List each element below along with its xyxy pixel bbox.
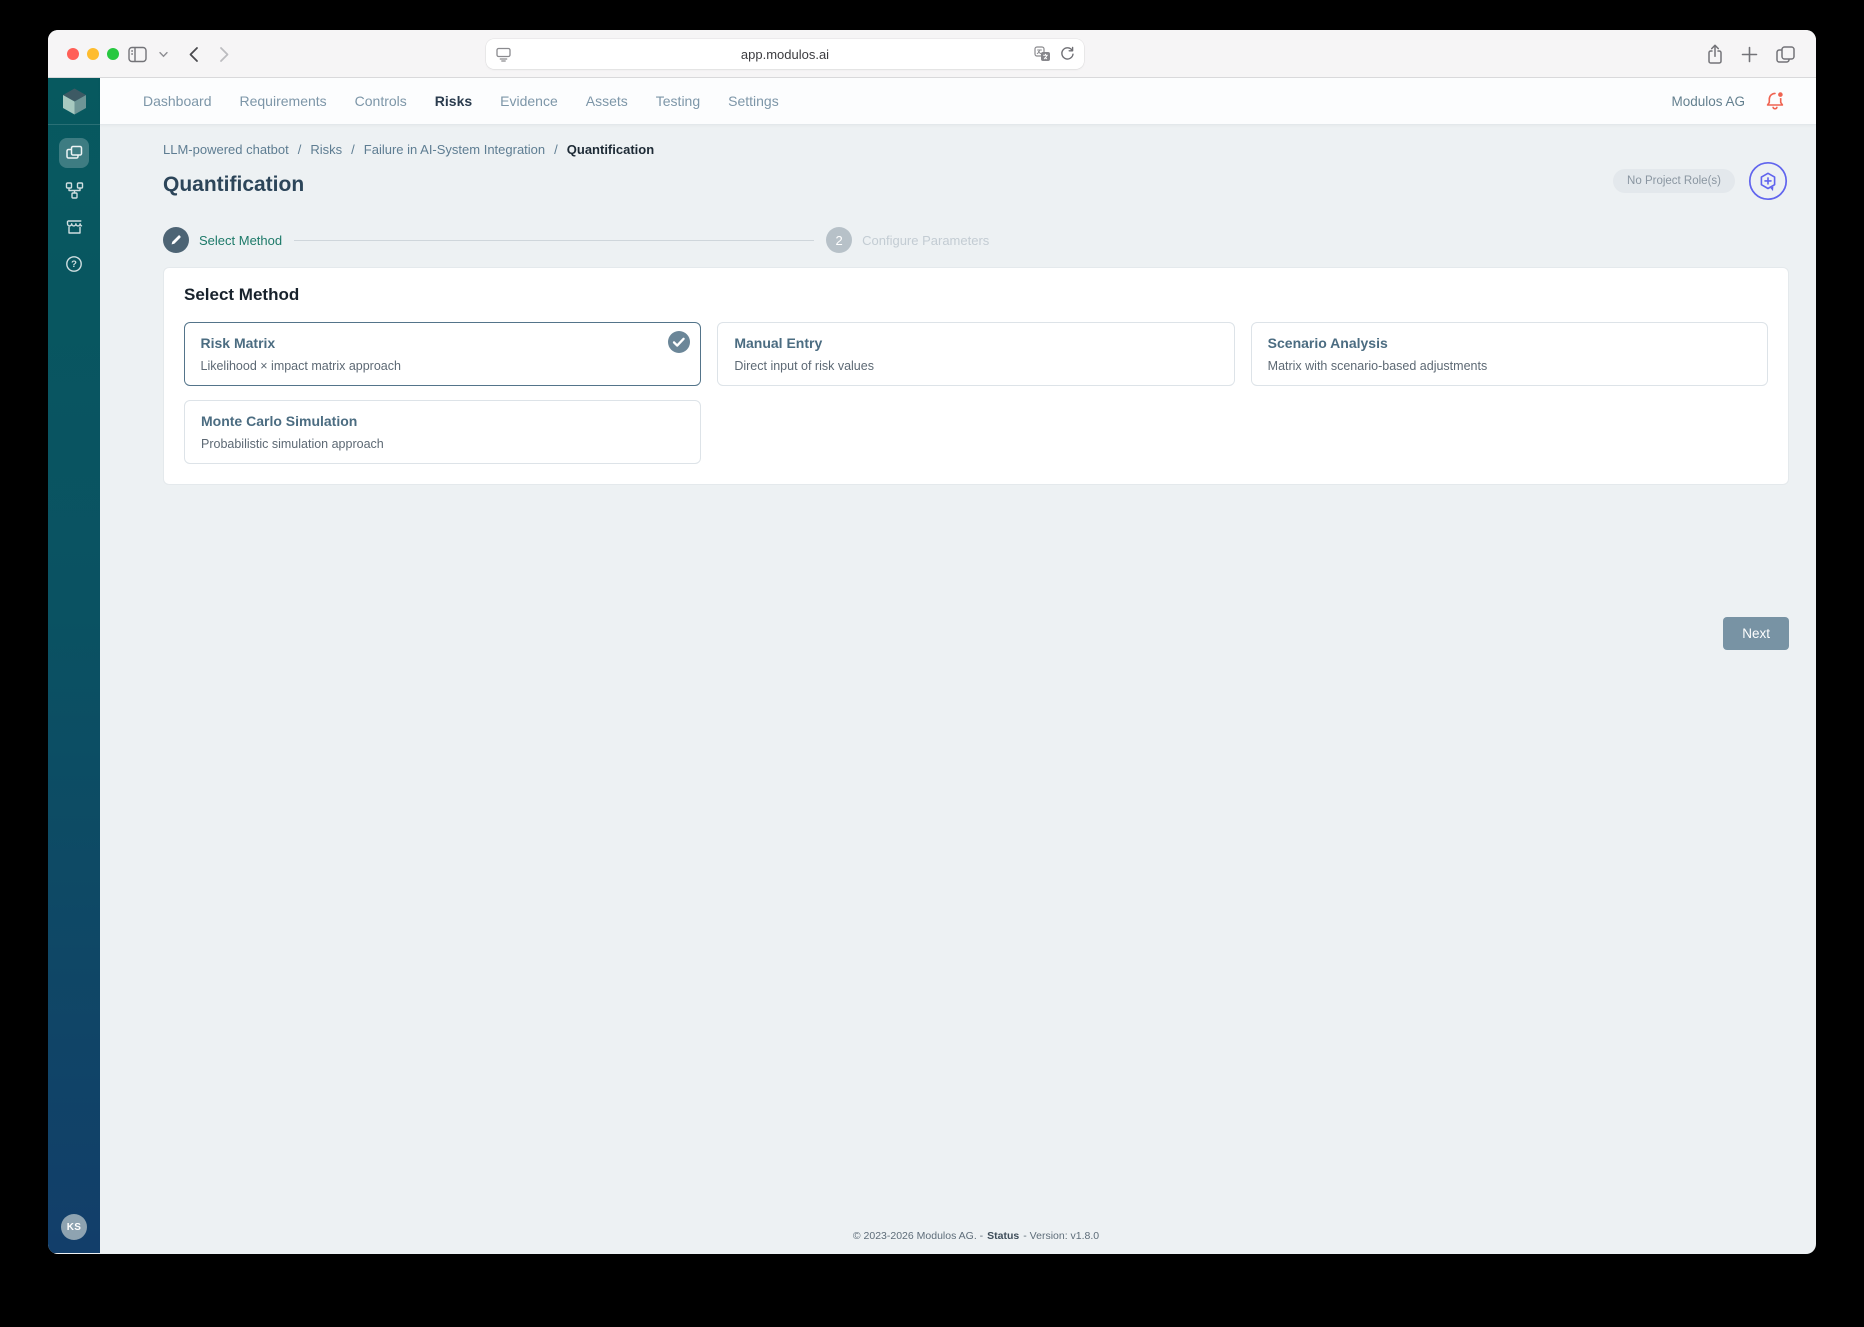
chevron-down-icon[interactable] <box>159 51 168 58</box>
modulos-logo <box>48 78 100 125</box>
nav-item-requirements[interactable]: Requirements <box>240 93 327 109</box>
method-description: Probabilistic simulation approach <box>201 437 384 451</box>
step-2-number: 2 <box>826 227 853 253</box>
breadcrumb-project[interactable]: LLM-powered chatbot <box>163 142 289 157</box>
user-avatar[interactable]: KS <box>61 1214 87 1240</box>
panel-heading: Select Method <box>184 285 300 304</box>
zoom-window-button[interactable] <box>107 48 119 60</box>
browser-window: app.modulos.ai ? KS Dashboard Requiremen… <box>48 30 1816 1254</box>
help-glyph: ? <box>71 258 77 270</box>
sidebar-item-help[interactable]: ? <box>59 249 89 279</box>
method-card-risk-matrix[interactable]: Risk Matrix Likelihood × impact matrix a… <box>184 322 702 386</box>
nav-item-settings[interactable]: Settings <box>728 93 779 109</box>
organization-label[interactable]: Modulos AG <box>1671 94 1745 109</box>
share-icon[interactable] <box>1706 44 1724 65</box>
method-description: Matrix with scenario-based adjustments <box>1267 359 1488 373</box>
method-title: Monte Carlo Simulation <box>201 413 358 429</box>
assistant-icon[interactable] <box>1748 161 1788 201</box>
sidebar-item-marketplace[interactable] <box>59 212 89 242</box>
sidebar-item-organization[interactable] <box>59 175 89 205</box>
breadcrumb-risks[interactable]: Risks <box>310 142 342 157</box>
close-window-button[interactable] <box>67 48 79 60</box>
nav-item-evidence[interactable]: Evidence <box>500 93 558 109</box>
notifications-bell-icon[interactable] <box>1764 90 1786 112</box>
tab-overview-icon[interactable] <box>1775 45 1796 64</box>
projects-folders-icon <box>65 144 84 162</box>
url-text[interactable]: app.modulos.ai <box>486 47 1084 62</box>
forward-button-icon[interactable] <box>219 46 230 63</box>
breadcrumb-risk-item[interactable]: Failure in AI-System Integration <box>364 142 545 157</box>
stepper: Select Method 2 Configure Parameters <box>163 227 1789 253</box>
footer-status-link[interactable]: Status <box>987 1230 1019 1242</box>
next-button[interactable]: Next <box>1723 617 1789 650</box>
step-2-label: Configure Parameters <box>862 232 990 248</box>
back-button-icon[interactable] <box>188 46 199 63</box>
minimize-window-button[interactable] <box>87 48 99 60</box>
method-title: Risk Matrix <box>200 334 276 351</box>
step-configure-parameters: 2 Configure Parameters <box>826 227 989 253</box>
window-controls <box>67 48 119 60</box>
methods-grid: Risk Matrix Likelihood × impact matrix a… <box>184 322 1768 464</box>
method-title: Scenario Analysis <box>1267 335 1388 351</box>
hierarchy-icon <box>65 181 84 200</box>
top-nav: Dashboard Requirements Controls Risks Ev… <box>100 78 1816 125</box>
step-1-edit-icon <box>163 227 189 253</box>
breadcrumb-current: Quantification <box>566 142 655 157</box>
page-settings-icon[interactable] <box>495 46 512 62</box>
breadcrumb-separator: / <box>297 142 302 157</box>
app-sidebar: ? KS <box>48 78 100 1253</box>
nav-items: Dashboard Requirements Controls Risks Ev… <box>143 93 779 109</box>
sidebar-item-projects[interactable] <box>59 138 89 168</box>
role-badge: No Project Role(s) <box>1613 169 1735 193</box>
browser-toolbar: app.modulos.ai <box>48 30 1816 78</box>
selected-check-icon <box>667 330 691 354</box>
url-bar[interactable]: app.modulos.ai <box>486 39 1084 69</box>
method-description: Likelihood × impact matrix approach <box>200 358 401 373</box>
nav-item-assets[interactable]: Assets <box>586 93 628 109</box>
method-title: Manual Entry <box>734 335 823 351</box>
method-card-monte-carlo[interactable]: Monte Carlo Simulation Probabilistic sim… <box>184 400 702 464</box>
reload-icon[interactable] <box>1059 46 1075 62</box>
page-title: Quantification <box>163 173 305 196</box>
storefront-icon <box>65 218 84 236</box>
breadcrumb-separator: / <box>351 142 355 157</box>
step-1-label: Select Method <box>199 232 283 248</box>
footer: © 2023-2026 Modulos AG. - Status - Versi… <box>163 1222 1789 1253</box>
nav-item-controls[interactable]: Controls <box>355 93 407 109</box>
nav-item-testing[interactable]: Testing <box>656 93 700 109</box>
help-icon: ? <box>65 255 83 273</box>
breadcrumb: LLM-powered chatbot / Risks / Failure in… <box>163 142 1789 157</box>
breadcrumb-separator: / <box>554 142 558 157</box>
new-tab-icon[interactable] <box>1741 46 1758 63</box>
footer-version: - Version: v1.8.0 <box>1023 1230 1100 1242</box>
method-description: Direct input of risk values <box>734 359 874 373</box>
sidebar-toggle-icon[interactable] <box>128 46 147 63</box>
footer-copyright: © 2023-2026 Modulos AG. - <box>852 1230 984 1242</box>
method-card-manual-entry[interactable]: Manual Entry Direct input of risk values <box>717 322 1235 386</box>
page-content: LLM-powered chatbot / Risks / Failure in… <box>100 125 1816 1253</box>
select-method-panel: Select Method Risk Matrix Likelihood × i… <box>163 267 1789 485</box>
nav-item-risks[interactable]: Risks <box>435 93 472 109</box>
nav-item-dashboard[interactable]: Dashboard <box>143 93 212 109</box>
method-card-scenario-analysis[interactable]: Scenario Analysis Matrix with scenario-b… <box>1250 322 1768 386</box>
step-select-method: Select Method <box>163 227 282 253</box>
translate-icon[interactable] <box>1034 46 1051 62</box>
stepper-connector <box>294 239 815 241</box>
